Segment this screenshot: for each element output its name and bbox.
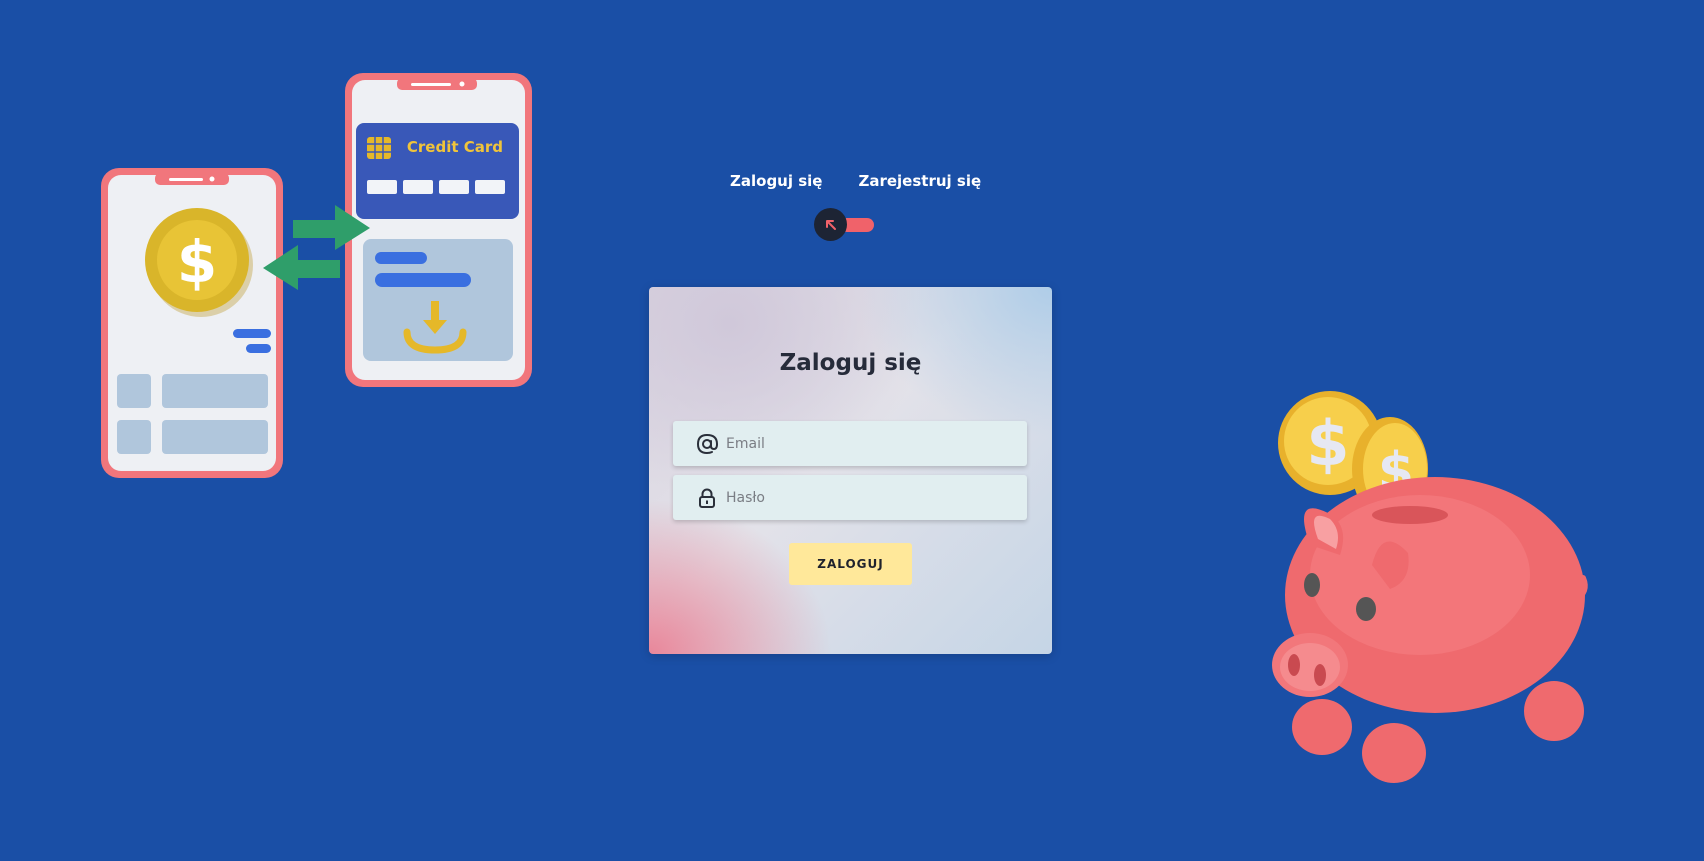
coin-dollar-icon: $ (177, 228, 217, 296)
credit-card-label: Credit Card (407, 138, 503, 156)
email-input[interactable] (726, 435, 986, 452)
login-title: Zaloguj się (779, 350, 922, 376)
lock-icon (696, 487, 718, 509)
coin-dollar-icon: $ (1306, 407, 1349, 480)
email-field[interactable] (673, 421, 1027, 466)
auth-mode-labels: Zaloguj się Zarejestruj się (730, 172, 981, 190)
page: $ Credit Card $ $ Zaloguj się Zarejestru… (0, 0, 1704, 861)
password-input[interactable] (726, 489, 986, 506)
piggy-bank-illustration: $ $ (1272, 391, 1588, 783)
password-field[interactable] (673, 475, 1027, 520)
login-mode-label[interactable]: Zaloguj się (730, 172, 822, 190)
at-sign-icon (696, 433, 718, 455)
login-submit-button[interactable]: ZALOGUJ (789, 543, 912, 585)
login-card: Zaloguj się ZALOGUJ (649, 287, 1052, 654)
arrow-up-left-icon (825, 219, 836, 230)
auth-mode-toggle[interactable] (814, 208, 879, 242)
mobile-payment-illustration: $ Credit Card (101, 73, 532, 478)
toggle-knob[interactable] (814, 208, 847, 241)
register-mode-label[interactable]: Zarejestruj się (858, 172, 981, 190)
